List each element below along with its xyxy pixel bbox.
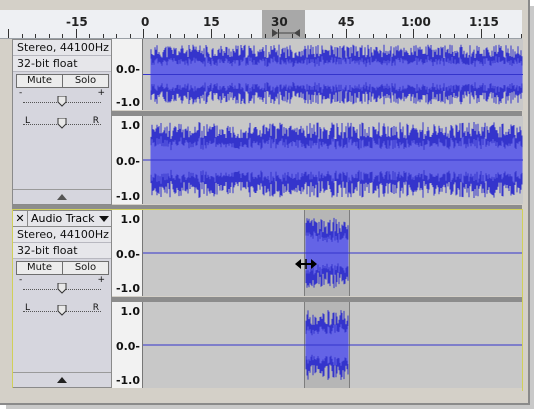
ruler-label: 1:15 [469, 15, 499, 29]
collapse-track-button[interactable] [13, 189, 111, 204]
ruler-tick [400, 34, 401, 38]
track-control-panel: Stereo, 44100Hz 32-bit float Mute Solo -… [12, 39, 112, 205]
ruler-label: 15 [203, 15, 220, 29]
audacity-window: -15 0 15 30 45 1:00 1:15 Stereo, 44100Hz… [0, 0, 530, 405]
ruler-tick [251, 34, 252, 38]
ruler-tick [197, 34, 198, 38]
slider-thumb-icon[interactable] [57, 96, 67, 107]
ruler-label: -15 [66, 15, 88, 29]
amplitude-scale-bottom: 1.0 0.0- -1.0 [112, 116, 142, 204]
scale-label: 0.0- [115, 63, 140, 76]
ruler-tick [211, 29, 212, 38]
ruler-tick [319, 34, 320, 38]
ruler-tick [130, 34, 131, 38]
ruler-tick [440, 34, 441, 38]
gain-minus-label: - [19, 88, 23, 98]
pan-slider[interactable]: L R [17, 112, 107, 134]
ruler-tick [89, 34, 90, 38]
ruler-tick [454, 34, 455, 38]
ruler-tick [35, 34, 36, 38]
ruler-tick [373, 34, 374, 38]
ruler-tick [521, 34, 522, 38]
amplitude-scale-top: 0.0- -1.0 [112, 39, 142, 110]
gain-slider[interactable]: - + [17, 88, 107, 112]
play-region-marker-icon[interactable] [272, 29, 300, 37]
ruler-tick [238, 34, 239, 38]
track-bitdepth: 32-bit float [13, 56, 111, 72]
ruler-tick [103, 34, 104, 38]
scale-label: -1.0 [115, 190, 140, 203]
ruler-label: 30 [271, 15, 288, 29]
ruler-label: 45 [338, 15, 355, 29]
ruler-tick [332, 34, 333, 38]
ruler-tick [386, 34, 387, 38]
timeline-ruler[interactable]: -15 0 15 30 45 1:00 1:15 [0, 10, 522, 39]
solo-button[interactable]: Solo [62, 74, 109, 88]
waveform-channel-left[interactable] [142, 39, 523, 110]
track-format: Stereo, 44100Hz [13, 40, 111, 56]
ruler-tick [427, 34, 428, 38]
ruler-tick [170, 34, 171, 38]
horizontal-scroll-area[interactable] [12, 388, 522, 394]
ruler-tick [157, 34, 158, 38]
ruler-tick [508, 34, 509, 38]
audio-track-1: Stereo, 44100Hz 32-bit float Mute Solo -… [12, 39, 523, 205]
slider-thumb-icon[interactable] [57, 118, 67, 129]
ruler-tick [116, 34, 117, 38]
mute-button[interactable]: Mute [16, 74, 63, 88]
scale-label: -1.0 [115, 96, 140, 109]
ruler-tick [184, 34, 185, 38]
waveform-channel-right[interactable] [142, 116, 523, 204]
ruler-tick [62, 34, 63, 38]
collapse-up-icon [57, 194, 67, 200]
ruler-tick [346, 29, 347, 38]
ruler-tick [22, 34, 23, 38]
scale-label: 1.0 [120, 119, 141, 132]
ruler-tick [265, 34, 266, 38]
waveform-display [143, 122, 523, 198]
ruler-tick [413, 29, 414, 38]
ruler-tick [305, 34, 306, 38]
scale-label: 0.0- [115, 155, 140, 168]
ruler-label: 1:00 [401, 15, 431, 29]
ruler-tick [481, 29, 482, 38]
ruler-tick [76, 29, 77, 38]
ruler-tick [467, 34, 468, 38]
ruler-label: 0 [141, 15, 150, 29]
ruler-tick [8, 29, 9, 38]
ruler-tick [359, 34, 360, 38]
track-focus-border [12, 209, 523, 391]
ruler-tick [143, 29, 144, 38]
gain-plus-label: + [97, 88, 105, 98]
ruler-tick [494, 34, 495, 38]
ruler-tick [49, 34, 50, 38]
waveform-display [143, 44, 523, 105]
ruler-tick [224, 34, 225, 38]
